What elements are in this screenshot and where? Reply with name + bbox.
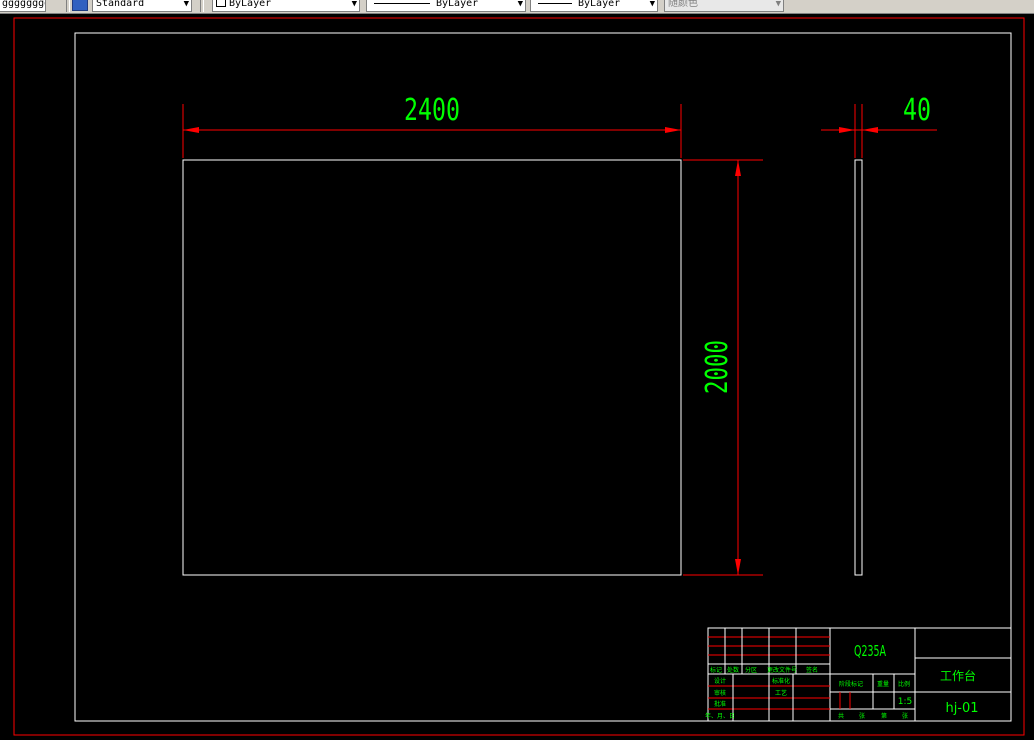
arrow-left-icon: [183, 127, 199, 133]
linetype-sample: [374, 2, 430, 4]
label-sheet-no: 第: [881, 712, 887, 720]
lineweight-value: ByLayer: [578, 0, 621, 9]
arrow-right-icon: [839, 127, 855, 133]
height-dimension-text: 2000: [700, 340, 735, 394]
text-style-dropdown[interactable]: Standard ▼: [92, 0, 192, 12]
label-process: 工艺: [775, 689, 787, 697]
text-style-value: Standard: [96, 0, 145, 9]
label-scale: 比例: [898, 680, 910, 688]
linetype-dropdown[interactable]: ByLayer ▼: [366, 0, 526, 12]
material-text: Q235A: [854, 642, 886, 660]
arrow-up-icon: [735, 160, 741, 176]
chevron-down-icon: ▼: [183, 0, 189, 9]
width-dimension-text: 2400: [404, 93, 460, 128]
drawing-frame: [74, 32, 1012, 722]
lineweight-dropdown[interactable]: ByLayer ▼: [530, 0, 658, 12]
color-dropdown[interactable]: ByLayer ▼: [212, 0, 360, 12]
sheet-border: [13, 17, 1025, 736]
label-weight: 重量: [877, 680, 889, 688]
width-dimension[interactable]: 2400: [182, 93, 682, 158]
scale-value: 1:5: [898, 697, 912, 707]
label-sheets: 张: [859, 712, 865, 720]
arrow-right-icon: [665, 127, 681, 133]
label-sheet: 张: [902, 712, 908, 720]
label-review: 审核: [714, 689, 726, 697]
part-name-text: 工作台: [940, 668, 976, 683]
arrow-left-icon: [862, 127, 878, 133]
label-mark: 标记: [710, 666, 722, 674]
height-dimension[interactable]: 2000: [683, 159, 763, 576]
layer-dropdown[interactable]: ggggggggggg: [0, 0, 46, 12]
layer-name: ggggggggggg: [2, 0, 45, 9]
chevron-down-icon: ▼: [517, 0, 523, 9]
chevron-down-icon: ▼: [351, 0, 357, 9]
label-zone: 分区: [745, 666, 757, 674]
text-style-icon[interactable]: [72, 0, 88, 11]
plot-style-dropdown[interactable]: 随颜色 ▼: [664, 0, 784, 12]
color-value: ByLayer: [229, 0, 272, 9]
linetype-value: ByLayer: [436, 0, 479, 9]
drawing-canvas[interactable]: 2400 2000 40 标记 处数 分区 更改文件号 签名 设计 标准化 审核…: [0, 14, 1034, 740]
plate-side-view[interactable]: [854, 159, 863, 576]
label-approve: 批准: [714, 700, 726, 708]
toolbar-separator: [66, 0, 70, 12]
arrow-down-icon: [735, 559, 741, 575]
lineweight-sample: [538, 2, 572, 4]
label-change-doc: 更改文件号: [767, 666, 797, 674]
label-design: 设计: [714, 677, 726, 685]
label-total: 共: [838, 712, 844, 720]
chevron-down-icon: ▼: [649, 0, 655, 9]
thickness-dimension-text: 40: [903, 93, 931, 128]
label-signature: 签名: [806, 666, 818, 674]
label-standardization: 标准化: [772, 677, 790, 685]
label-date: 年、月、日: [705, 712, 735, 720]
thickness-dimension[interactable]: 40: [821, 93, 937, 158]
drawing-number-text: hj-01: [945, 701, 978, 716]
chevron-down-icon: ▼: [775, 0, 781, 9]
label-count: 处数: [727, 666, 739, 674]
plate-front-view[interactable]: [182, 159, 682, 576]
color-swatch-icon: [216, 0, 226, 7]
title-block[interactable]: 标记 处数 分区 更改文件号 签名 设计 标准化 审核 工艺 批准 年、月、日 …: [705, 627, 1012, 722]
toolbar-separator: [200, 0, 204, 12]
properties-toolbar: ggggggggggg Standard ▼ ByLayer ▼ ByLayer…: [0, 0, 1034, 14]
label-stage: 阶段标记: [839, 680, 863, 688]
plot-style-value: 随颜色: [668, 0, 698, 9]
